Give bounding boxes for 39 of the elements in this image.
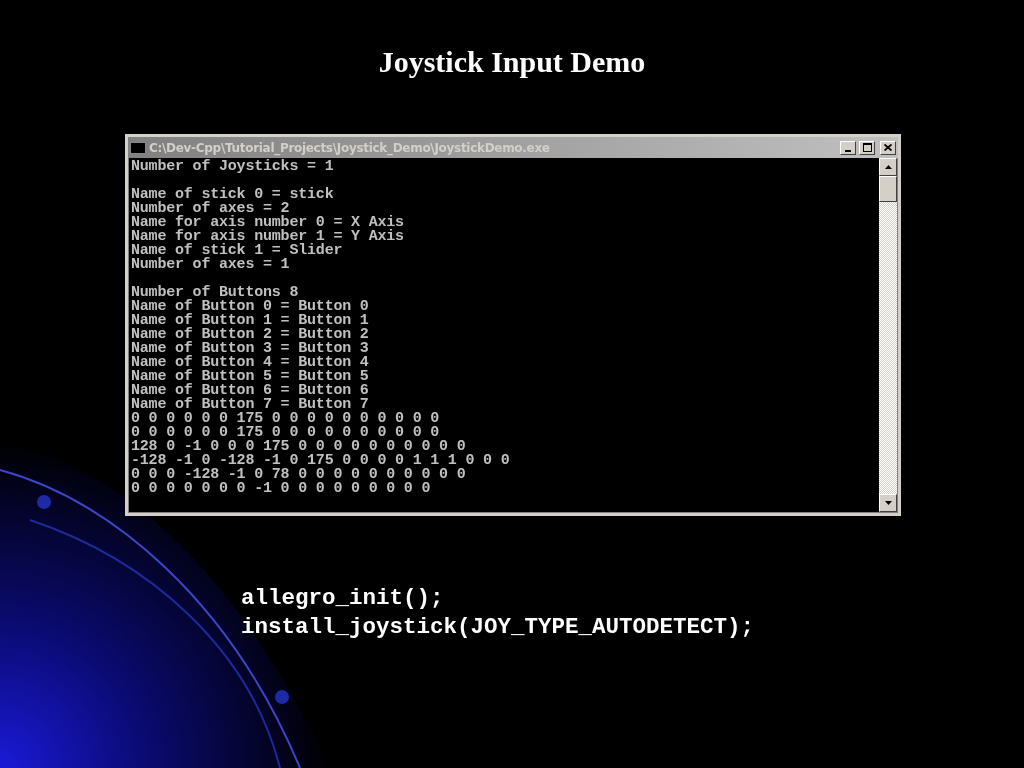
output-line: Name of Button 4 = Button 4	[131, 356, 370, 370]
close-button[interactable]	[880, 140, 896, 155]
output-line: Name of Button 5 = Button 5	[131, 370, 370, 384]
output-line: Name of Button 3 = Button 3	[131, 342, 370, 356]
minimize-icon	[845, 149, 851, 152]
code-line: allegro_init();	[241, 584, 445, 613]
maximize-button[interactable]	[859, 140, 875, 155]
code-line: install_joystick(JOY_TYPE_AUTODETECT);	[241, 613, 755, 642]
console-app-icon	[130, 141, 146, 154]
output-line: Name for axis number 0 = X Axis	[131, 216, 405, 230]
output-line: -128 -1 0 -128 -1 0 175 0 0 0 0 1 1 1 0 0 0	[131, 454, 511, 468]
output-line: Number of Joysticks = 1	[131, 160, 335, 174]
output-line: 0 0 0 0 0 0 0 -1 0 0 0 0 0 0 0 0 0	[131, 482, 432, 496]
down-arrow-icon	[884, 501, 892, 505]
vertical-scrollbar[interactable]	[879, 158, 897, 512]
output-line: 0 0 0 0 0 0 175 0 0 0 0 0 0 0 0 0 0	[131, 412, 441, 426]
output-line: Number of axes = 2	[131, 202, 290, 216]
output-line: Name of Button 6 = Button 6	[131, 384, 370, 398]
output-line: Name of stick 0 = stick	[131, 188, 335, 202]
output-line: Number of Buttons 8	[131, 286, 299, 300]
output-line: Name of Button 0 = Button 0	[131, 300, 370, 314]
output-line: Name of Button 1 = Button 1	[131, 314, 370, 328]
up-arrow-icon	[884, 165, 892, 169]
output-line: 0 0 0 0 0 0 175 0 0 0 0 0 0 0 0 0 0	[131, 426, 440, 440]
output-line: 128 0 -1 0 0 0 175 0 0 0 0 0 0 0 0 0 0	[131, 440, 466, 454]
maximize-icon	[862, 143, 872, 152]
output-line: Name of stick 1 = Slider	[131, 244, 344, 258]
scroll-thumb[interactable]	[879, 176, 897, 202]
output-line: 0 0 0 -128 -1 0 78 0 0 0 0 0 0 0 0 0 0	[131, 468, 467, 482]
output-line: Number of axes = 1	[131, 258, 291, 272]
minimize-button[interactable]	[840, 140, 856, 155]
output-line: Name for axis number 1 = Y Axis	[131, 230, 405, 244]
close-icon	[884, 144, 892, 151]
output-line: Name of Button 7 = Button 7	[131, 398, 370, 412]
scroll-up-button[interactable]	[879, 158, 897, 176]
window-title: C:\Dev-Cpp\Tutorial_Projects\Joystick_Demo\JoystickDemo.exe	[149, 140, 551, 155]
output-line: Name of Button 2 = Button 2	[131, 328, 370, 342]
scroll-down-button[interactable]	[879, 494, 897, 512]
slide-title: Joystick Input Demo	[378, 44, 646, 80]
